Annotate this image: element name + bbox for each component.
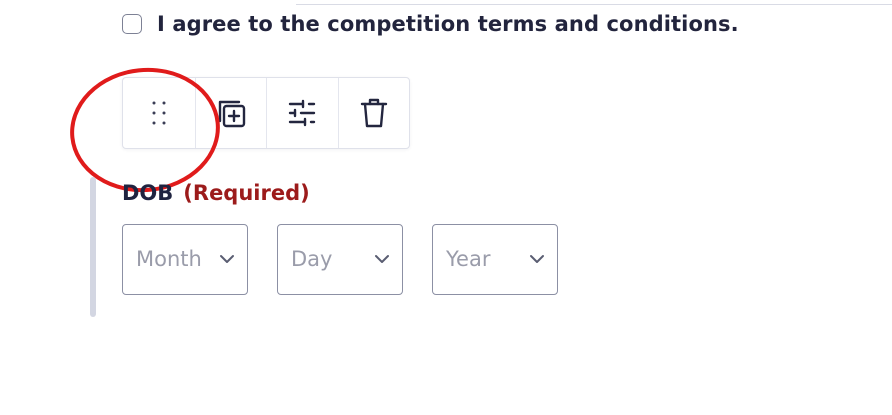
form-editor-canvas: I agree to the competition terms and con… — [0, 0, 892, 415]
drag-handle-button[interactable] — [123, 78, 195, 148]
chevron-down-icon — [375, 255, 389, 263]
chevron-down-icon — [220, 255, 234, 263]
consent-label[interactable]: I agree to the competition terms and con… — [157, 12, 739, 36]
month-placeholder: Month — [136, 247, 202, 271]
sliders-icon — [289, 99, 316, 127]
duplicate-button[interactable] — [194, 78, 267, 148]
drag-handle-icon — [152, 101, 166, 125]
duplicate-icon — [218, 100, 245, 128]
year-select[interactable]: Year — [432, 224, 558, 295]
consent-checkbox[interactable] — [122, 14, 142, 34]
field-toolbar — [122, 77, 410, 149]
year-placeholder: Year — [446, 247, 491, 271]
settings-button[interactable] — [266, 78, 338, 148]
day-select[interactable]: Day — [277, 224, 403, 295]
dob-field-label: DOB (Required) — [122, 181, 310, 205]
month-select[interactable]: Month — [122, 224, 248, 295]
chevron-down-icon — [530, 255, 544, 263]
dob-label-text: DOB — [122, 181, 174, 205]
day-placeholder: Day — [291, 247, 333, 271]
trash-icon — [360, 98, 387, 128]
delete-button[interactable] — [337, 78, 410, 148]
field-selected-indicator — [90, 177, 96, 317]
required-indicator: (Required) — [183, 181, 310, 205]
divider — [296, 4, 892, 5]
consent-row: I agree to the competition terms and con… — [122, 12, 739, 36]
